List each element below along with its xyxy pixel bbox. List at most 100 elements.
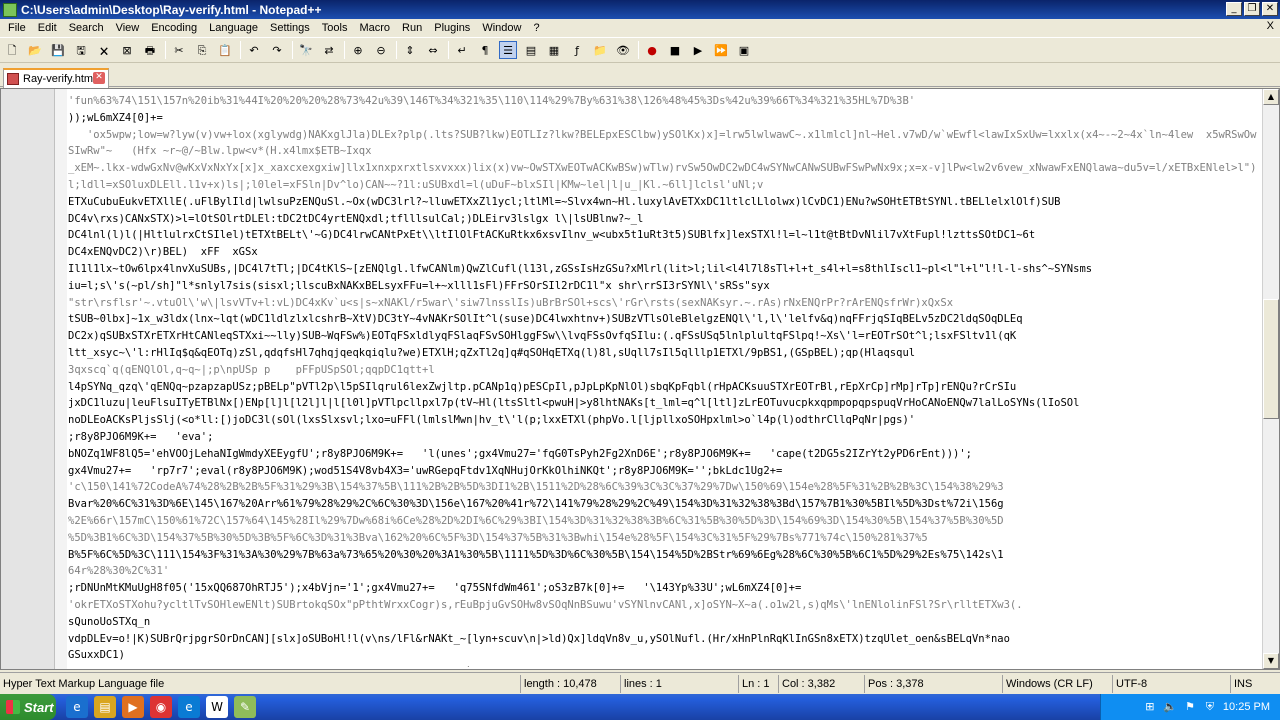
volume-icon[interactable]: 🔈 [1163, 700, 1177, 714]
open-file-icon[interactable]: 📂 [26, 41, 44, 59]
minimize-button[interactable]: _ [1226, 2, 1242, 16]
copy-icon[interactable]: ⎘ [193, 41, 211, 59]
code-line: Il1l1lx~tOw6lpx4lnvXuSUBs,|DC4l7tTl;|DC4… [68, 262, 1093, 275]
quick-launch: e ▤ ▶ ◉ e W ✎ [66, 696, 256, 718]
vertical-scrollbar[interactable]: ▲ ▼ [1262, 89, 1279, 669]
restore-button[interactable]: ❐ [1244, 2, 1260, 16]
edge-icon[interactable]: e [178, 696, 200, 718]
line-number-gutter [1, 89, 55, 669]
code-line: DC2x)qSUBxSTXrETXrHtCANleqSTXxi~~lly)SUB… [68, 330, 1017, 343]
word-wrap-icon[interactable]: ↵ [453, 41, 471, 59]
explorer-icon[interactable]: ▤ [94, 696, 116, 718]
scroll-down-icon[interactable]: ▼ [1263, 653, 1279, 669]
code-line: l4pSYNq_qzq\'qENQq~pzapzapUSz;pBELp"pVTl… [68, 380, 1017, 393]
code-line: DC4lnl(l)l(|HltlulrxCtSIlel)tETXtBELt\'~… [68, 229, 1036, 242]
document-close-x[interactable]: X [1267, 20, 1274, 32]
status-eol: Windows (CR LF) [1002, 674, 1112, 693]
cut-icon[interactable]: ✂ [170, 41, 188, 59]
toolbar-separator [396, 41, 397, 59]
redo-icon[interactable]: ↷ [268, 41, 286, 59]
toolbar: 🗋 📂 💾 🖫 🗙 ⊠ 🖶 ✂ ⎘ 📋 ↶ ↷ 🔭 ⇄ ⊕ ⊖ ⇕ ⇔ ↵ ¶ … [0, 37, 1280, 63]
save-all-icon[interactable]: 🖫 [72, 41, 90, 59]
replace-icon[interactable]: ⇄ [320, 41, 338, 59]
sync-vertical-icon[interactable]: ⇕ [401, 41, 419, 59]
code-line: 3qxscq`q(qENQlOl,q~q~|;p\npUSp p pFFpUSp… [68, 363, 435, 376]
chrome-icon[interactable]: ◉ [150, 696, 172, 718]
close-file-icon[interactable]: 🗙 [95, 41, 113, 59]
save-macro-icon[interactable]: ▣ [735, 41, 753, 59]
sync-horizontal-icon[interactable]: ⇔ [424, 41, 442, 59]
clock[interactable]: 10:25 PM [1223, 701, 1270, 713]
show-all-chars-icon[interactable]: ¶ [476, 41, 494, 59]
paste-icon[interactable]: 📋 [216, 41, 234, 59]
udl-icon[interactable]: ▤ [522, 41, 540, 59]
run-macro-multiple-icon[interactable]: ⏩ [712, 41, 730, 59]
code-line: GSuxxDC1) [68, 649, 125, 662]
code-line: _xEM~.lkx-wdwGxNv@wKxVxNxYx[x]x_xaxcxexg… [68, 162, 1257, 191]
tab-label: Ray-verify.html [23, 73, 96, 85]
notepadpp-task-icon[interactable]: ✎ [234, 696, 256, 718]
word-icon[interactable]: W [206, 696, 228, 718]
close-button[interactable]: ✕ [1262, 2, 1278, 16]
zoom-in-icon[interactable]: ⊕ [349, 41, 367, 59]
menu-encoding[interactable]: Encoding [145, 19, 203, 37]
security-icon[interactable]: ⛨ [1203, 700, 1217, 714]
monitoring-icon[interactable]: 👁 [614, 41, 632, 59]
network-icon[interactable]: ⊞ [1143, 700, 1157, 714]
code-line: noDLEoACKsPljsSlj(<o*ll:[)joDC3l(sOl(lxs… [68, 414, 916, 427]
folder-workspace-icon[interactable]: 📁 [591, 41, 609, 59]
menu-file[interactable]: File [2, 19, 32, 37]
undo-icon[interactable]: ↶ [245, 41, 263, 59]
status-ln: Ln : 1 [738, 674, 778, 693]
new-file-icon[interactable]: 🗋 [3, 41, 21, 59]
code-line: lETXn1u)n3l\'n5qJn8nUSs(n;l-s)n>t6n@nB~4… [68, 664, 1261, 667]
code-line: 64r%28%30%2C%31' [68, 565, 170, 578]
notepadpp-app-icon[interactable] [3, 2, 17, 17]
scroll-thumb[interactable] [1263, 299, 1279, 419]
menu-help[interactable]: ? [527, 19, 545, 37]
indent-guide-icon[interactable]: ☰ [499, 41, 517, 59]
tab-close-icon[interactable]: ✕ [93, 72, 105, 84]
function-list-icon[interactable]: ƒ [568, 41, 586, 59]
menu-view[interactable]: View [110, 19, 146, 37]
menu-tools[interactable]: Tools [316, 19, 354, 37]
menu-bar: File Edit Search View Encoding Language … [0, 19, 1280, 37]
window-title: C:\Users\admin\Desktop\Ray-verify.html -… [21, 2, 322, 17]
code-line: gx4Vmu27+= 'rp7r7';eval(r8y8PJO6M9K);wod… [68, 464, 783, 477]
scroll-up-icon[interactable]: ▲ [1263, 89, 1279, 105]
code-text[interactable]: 'fun%63%74\151\157n%20ib%31%44I%20%20%20… [68, 93, 1261, 667]
fold-margin [55, 89, 67, 669]
menu-run[interactable]: Run [396, 19, 428, 37]
play-macro-icon[interactable]: ▶ [689, 41, 707, 59]
print-icon[interactable]: 🖶 [141, 41, 159, 59]
flag-icon[interactable]: ⚑ [1183, 700, 1197, 714]
code-line: B%5F%6C%5D%3C\111\154%3F%31%3A%30%29%7B%… [68, 548, 1004, 561]
save-icon[interactable]: 💾 [49, 41, 67, 59]
ie-icon[interactable]: e [66, 696, 88, 718]
zoom-out-icon[interactable]: ⊖ [372, 41, 390, 59]
menu-search[interactable]: Search [63, 19, 110, 37]
tab-ray-verify[interactable]: Ray-verify.html ✕ [3, 68, 109, 88]
menu-edit[interactable]: Edit [32, 19, 63, 37]
start-button[interactable]: Start [0, 694, 56, 720]
find-icon[interactable]: 🔭 [297, 41, 315, 59]
code-line: %2E%66r\157mC\150%61%72C\157%64\145%28Il… [68, 514, 1004, 527]
menu-plugins[interactable]: Plugins [428, 19, 476, 37]
media-player-icon[interactable]: ▶ [122, 696, 144, 718]
menu-macro[interactable]: Macro [353, 19, 396, 37]
code-line: sQunoUoSTXq_n [68, 615, 151, 628]
menu-window[interactable]: Window [476, 19, 527, 37]
close-all-icon[interactable]: ⊠ [118, 41, 136, 59]
code-line: iu=l;s\'s(~pl/sh]"l*snlyl7sis(sisxl;llsc… [68, 279, 770, 292]
status-bar: Hyper Text Markup Language file length :… [0, 672, 1280, 694]
status-encoding: UTF-8 [1112, 674, 1230, 693]
menu-settings[interactable]: Settings [264, 19, 316, 37]
record-macro-icon[interactable]: ● [643, 41, 661, 59]
toolbar-separator [165, 41, 166, 59]
editor-pane[interactable]: 'fun%63%74\151\157n%20ib%31%44I%20%20%20… [0, 88, 1280, 670]
status-col: Col : 3,382 [778, 674, 864, 693]
doc-map-icon[interactable]: ▦ [545, 41, 563, 59]
stop-macro-icon[interactable]: ■ [666, 41, 684, 59]
toolbar-separator [292, 41, 293, 59]
menu-language[interactable]: Language [203, 19, 264, 37]
